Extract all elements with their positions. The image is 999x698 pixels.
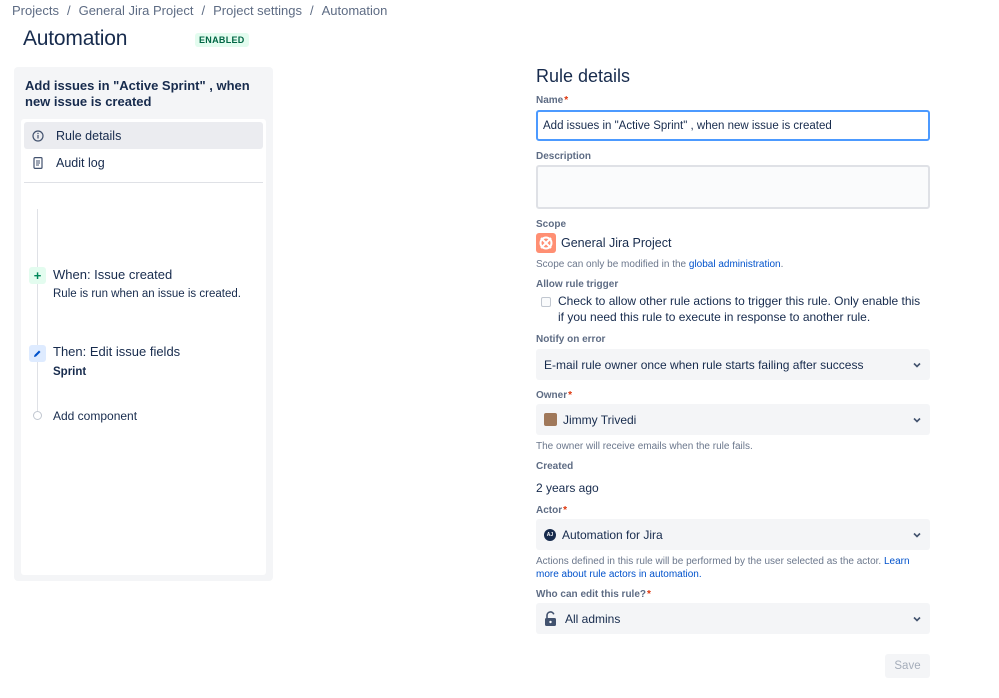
unlock-icon: [545, 610, 556, 626]
owner-label: Owner*: [536, 390, 573, 401]
actor-select[interactable]: AJ Automation for Jira: [536, 519, 930, 550]
timeline-connector: [37, 209, 38, 419]
notify-label: Notify on error: [536, 334, 606, 345]
created-value: 2 years ago: [536, 481, 599, 495]
trigger-title[interactable]: When: Issue created: [53, 267, 172, 282]
save-button[interactable]: Save: [885, 654, 930, 678]
global-administration-link[interactable]: global administration: [689, 259, 781, 270]
nav-audit-log[interactable]: Audit log: [24, 149, 263, 176]
action-title[interactable]: Then: Edit issue fields: [53, 344, 180, 359]
description-label: Description: [536, 151, 592, 162]
who-can-edit-select[interactable]: All admins: [536, 603, 930, 634]
breadcrumb-separator: /: [66, 3, 71, 18]
add-component-button[interactable]: Add component: [53, 409, 137, 423]
add-component-dot: [33, 411, 42, 420]
who-can-edit-label: Who can edit this rule?*: [536, 589, 651, 600]
chevron-down-icon: [913, 532, 921, 538]
rule-name-heading: Add issues in "Active Sprint" , when new…: [25, 78, 250, 109]
required-marker: *: [563, 505, 568, 516]
info-icon: [30, 128, 46, 144]
breadcrumb-project[interactable]: General Jira Project: [79, 3, 194, 18]
description-field[interactable]: [536, 165, 930, 209]
required-marker: *: [647, 589, 651, 600]
nav-rule-details[interactable]: Rule details: [24, 122, 263, 149]
chevron-down-icon: [913, 417, 921, 423]
actor-helper: Actions defined in this rule will be per…: [536, 556, 910, 580]
actor-value: Automation for Jira: [562, 527, 663, 542]
avatar: [544, 413, 557, 426]
rule-components: Rule details Audit log + When: Issue cre…: [21, 119, 266, 575]
breadcrumb-automation[interactable]: Automation: [322, 3, 388, 18]
owner-helper: The owner will receive emails when the r…: [536, 441, 753, 452]
scope-value: General Jira Project: [536, 233, 671, 253]
required-marker: *: [568, 390, 573, 401]
trigger-description: Rule is run when an issue is created.: [53, 288, 241, 300]
required-marker: *: [564, 95, 569, 106]
name-label: Name*: [536, 95, 569, 106]
allow-trigger-label: Allow rule trigger: [536, 279, 619, 290]
status-badge: ENABLED: [195, 33, 249, 47]
breadcrumb-project-settings[interactable]: Project settings: [213, 3, 302, 18]
notify-on-error-select[interactable]: E-mail rule owner once when rule starts …: [536, 349, 930, 380]
allow-trigger-text: Check to allow other rule actions to tri…: [558, 294, 921, 324]
document-icon: [30, 155, 46, 171]
project-avatar: [536, 233, 556, 253]
nav-audit-log-label: Audit log: [56, 155, 105, 170]
nav-rule-details-label: Rule details: [56, 128, 122, 143]
scope-helper: Scope can only be modified in the global…: [536, 259, 784, 270]
form-title: Rule details: [536, 66, 631, 86]
scope-project-name: General Jira Project: [561, 236, 672, 250]
chevron-down-icon: [913, 362, 921, 368]
allow-trigger-checkbox[interactable]: [541, 297, 551, 307]
avatar: AJ: [544, 528, 556, 541]
breadcrumb-separator: /: [201, 3, 206, 18]
notify-value: E-mail rule owner once when rule starts …: [544, 357, 864, 372]
breadcrumb: Projects / General Jira Project / Projec…: [12, 3, 387, 18]
breadcrumb-separator: /: [309, 3, 314, 18]
action-field: Sprint: [53, 366, 87, 378]
created-label: Created: [536, 461, 574, 472]
owner-value: Jimmy Trivedi: [563, 412, 637, 427]
chevron-down-icon: [913, 616, 921, 622]
page-title: Automation: [23, 27, 128, 50]
who-can-edit-value: All admins: [565, 611, 621, 626]
rule-name-input[interactable]: [536, 110, 930, 141]
owner-select[interactable]: Jimmy Trivedi: [536, 404, 930, 435]
breadcrumb-projects[interactable]: Projects: [12, 3, 59, 18]
scope-label: Scope: [536, 219, 567, 230]
pencil-icon: [29, 345, 46, 362]
divider: [24, 182, 263, 183]
plus-icon: +: [29, 267, 46, 284]
rule-outline-panel: Add issues in "Active Sprint" , when new…: [14, 67, 273, 581]
actor-label: Actor*: [536, 505, 568, 516]
